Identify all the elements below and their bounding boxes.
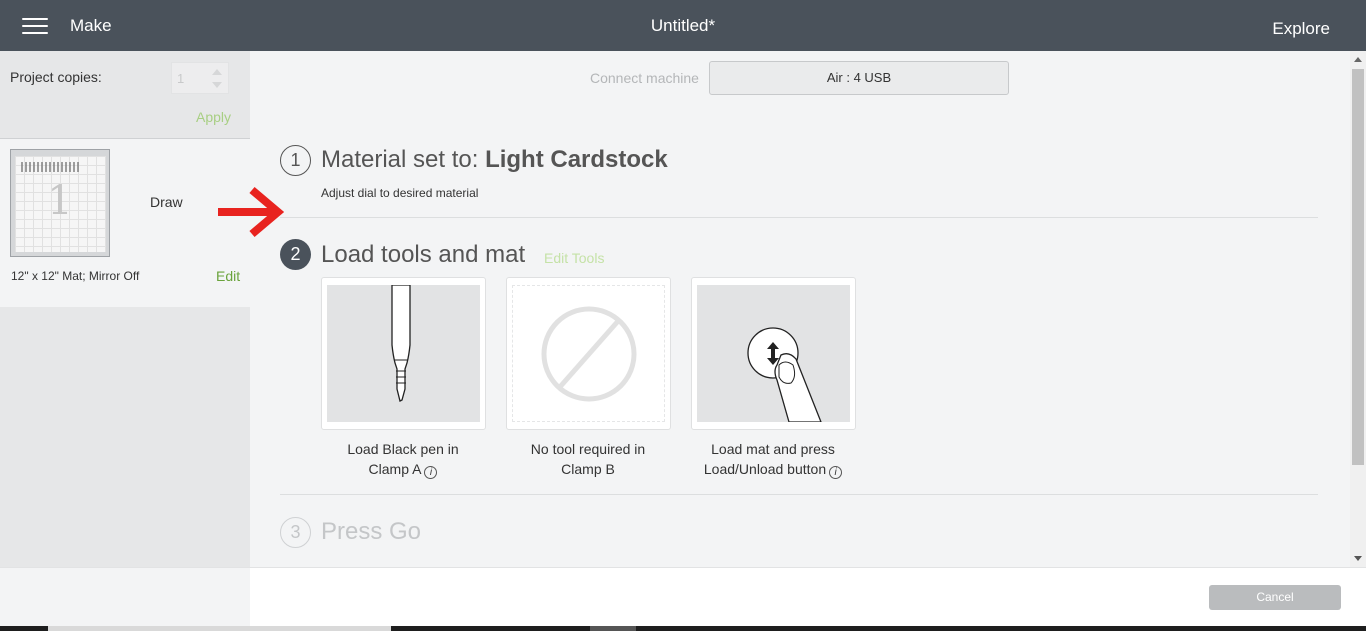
pen-tool-icon xyxy=(327,284,480,422)
mat-number: 1 xyxy=(47,178,73,224)
clamp-b-line2: Clamp B xyxy=(561,461,615,477)
top-bar: Make Untitled* Explore xyxy=(0,0,1366,51)
document-title: Untitled* xyxy=(650,16,716,35)
scroll-down-icon[interactable] xyxy=(1354,556,1362,561)
info-icon[interactable]: i xyxy=(424,466,438,479)
stepper-up-icon[interactable] xyxy=(212,69,222,75)
footer-bar: Cancel xyxy=(0,567,1366,627)
mat-sidebar: Project copies: 1 Apply 1 Draw 12" x 12"… xyxy=(0,51,250,567)
press-load-button-icon xyxy=(697,285,850,423)
clamp-b-line1: No tool required in xyxy=(530,441,646,457)
clamp-b-card xyxy=(506,277,671,430)
clamp-b-caption: No tool required in Clamp B xyxy=(493,439,683,479)
step-2-title: Load tools and mat xyxy=(321,241,526,268)
stepper-down-icon[interactable] xyxy=(212,82,222,88)
mat-thumbnail[interactable]: 1 xyxy=(10,149,110,257)
load-mat-caption: Load mat and press Load/Unload button i xyxy=(678,439,868,479)
step-1-title: Material set to: Light Cardstock xyxy=(321,146,668,174)
project-copies-label: Project copies: xyxy=(10,69,102,85)
mat-mode-label: Draw xyxy=(150,194,183,210)
step-2-number: 2 xyxy=(280,239,311,270)
load-mat-card xyxy=(691,277,856,430)
apply-button[interactable]: Apply xyxy=(196,109,231,125)
connect-machine-label: Connect machine xyxy=(590,70,699,86)
divider xyxy=(280,217,1318,218)
clamp-a-card xyxy=(321,277,486,430)
cancel-button[interactable]: Cancel xyxy=(1209,585,1341,610)
make-steps-panel: Connect machine Air : 4 USB 1 Material s… xyxy=(250,51,1350,567)
divider xyxy=(280,494,1318,495)
explore-link[interactable]: Explore xyxy=(1272,19,1330,39)
selected-material: Light Cardstock xyxy=(485,146,668,173)
step-1-title-prefix: Material set to: xyxy=(321,146,486,173)
step-3-title: Press Go xyxy=(321,518,422,545)
mat-edit-link[interactable]: Edit xyxy=(216,268,240,284)
hamburger-menu-icon[interactable] xyxy=(22,18,48,36)
taskbar-segment xyxy=(48,626,391,631)
mat-item[interactable]: 1 Draw 12" x 12" Mat; Mirror Off Edit xyxy=(0,139,250,307)
edit-tools-link[interactable]: Edit Tools xyxy=(544,250,604,266)
load-mat-line1: Load mat and press xyxy=(711,441,835,457)
scrollbar-thumb[interactable] xyxy=(1352,69,1364,465)
step-1-number: 1 xyxy=(280,145,311,176)
mat-caption: 12" x 12" Mat; Mirror Off xyxy=(11,269,140,283)
project-copies-stepper[interactable]: 1 xyxy=(171,62,229,94)
footer-sidebar-fill xyxy=(0,568,250,627)
project-copies-value: 1 xyxy=(177,71,185,86)
app-section-label: Make xyxy=(70,16,112,35)
info-icon[interactable]: i xyxy=(829,466,843,479)
mat-drawing-preview xyxy=(21,162,79,172)
project-copies-panel: Project copies: 1 Apply xyxy=(0,51,250,139)
os-taskbar-edge xyxy=(0,626,1366,631)
step-1-subtitle: Adjust dial to desired material xyxy=(321,186,479,200)
clamp-a-line2: Clamp A xyxy=(368,461,422,477)
step-3-number: 3 xyxy=(280,517,311,548)
clamp-a-line1: Load Black pen in xyxy=(347,441,459,457)
scroll-up-icon[interactable] xyxy=(1354,57,1362,62)
machine-select-button[interactable]: Air : 4 USB xyxy=(709,61,1009,95)
no-tool-icon xyxy=(512,285,665,422)
load-mat-line2: Load/Unload button xyxy=(703,461,827,477)
vertical-scrollbar[interactable] xyxy=(1350,51,1366,567)
clamp-a-caption: Load Black pen in Clamp Ai xyxy=(308,439,498,479)
taskbar-segment xyxy=(590,626,636,631)
